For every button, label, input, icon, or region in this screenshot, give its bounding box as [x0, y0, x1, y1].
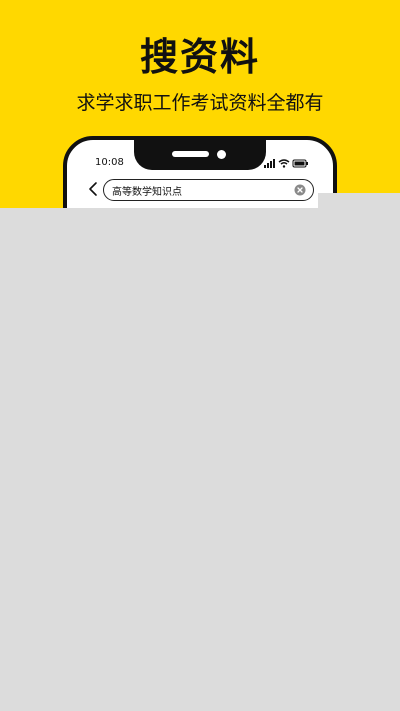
wifi-icon — [278, 159, 290, 168]
status-icons — [264, 159, 308, 168]
status-time: 10:08 — [95, 157, 124, 168]
signal-icon — [264, 159, 275, 168]
chevron-left-icon[interactable] — [86, 180, 100, 198]
content-placeholder — [0, 208, 400, 711]
battery-icon — [292, 159, 308, 168]
clear-circle-icon[interactable] — [294, 184, 306, 196]
speaker-icon — [172, 151, 209, 157]
hero-title: 搜资料 — [139, 35, 260, 79]
hero-subtitle: 求学求职工作考试资料全都有 — [76, 92, 324, 114]
search-input[interactable] — [103, 179, 314, 201]
content-placeholder-edge — [318, 193, 400, 209]
camera-icon — [217, 150, 226, 159]
